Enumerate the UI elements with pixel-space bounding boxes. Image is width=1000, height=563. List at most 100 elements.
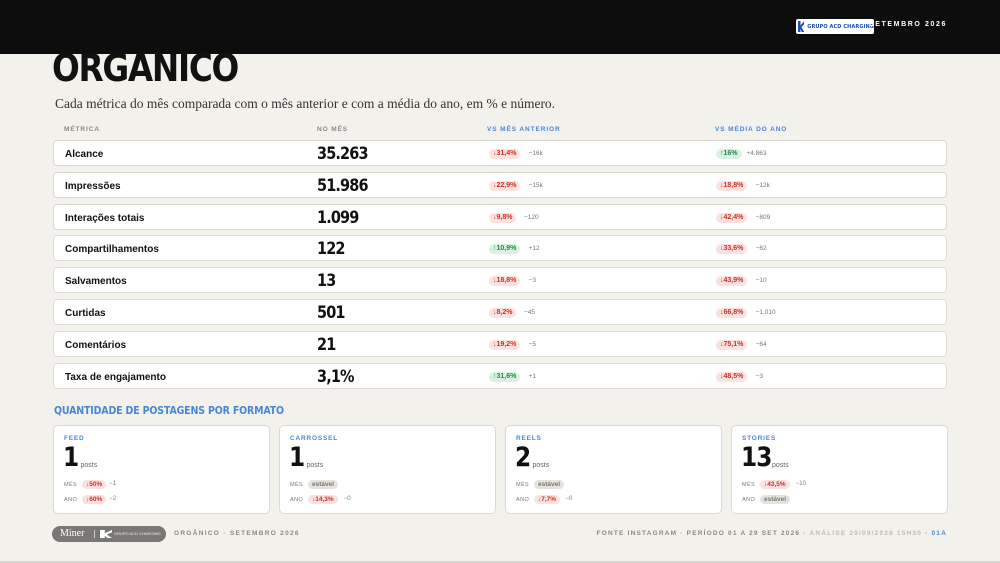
vs-previous-percent: ↓22,9% (489, 180, 521, 191)
year-label: ANO (516, 497, 530, 503)
brand-logo: GRUPO ACD CHARGING (796, 19, 874, 34)
partner-logo-icon (100, 530, 112, 538)
month-change-percent: estável (534, 480, 565, 489)
metric-value: 501 (317, 303, 345, 323)
month-label: MÊS (516, 482, 530, 488)
metric-label: Alcance (65, 149, 104, 160)
partner-logo-text: GRUPO ACD CHARGING (114, 531, 161, 536)
footer-source: FONTE INSTAGRAM (596, 530, 678, 537)
vs-year-average-percent: ↓48,5% (716, 371, 748, 382)
format-count: 2 (515, 442, 531, 473)
table-row: Interações totais 1.099 ↓9,8% −120 ↓42,4% −80… (53, 203, 947, 230)
format-card-stories: STORIES 13 posts MÊS ↓43,5% −10 ANO estável (731, 425, 948, 514)
table-row: Compartilhamentos 122 ↑10,9% +12 ↓33,6% −62 (53, 235, 947, 262)
month-change-percent: estável (308, 480, 339, 489)
vs-year-average-percent: ↓18,8% (716, 180, 748, 191)
vs-year-average-percent: ↓33,6% (716, 244, 748, 255)
footer-meta: FONTE INSTAGRAM · PERÍODO 01 A 29 SET 20… (597, 530, 947, 537)
vs-previous-percent: ↑10,9% (489, 244, 521, 255)
month-change-percent: ↓50% (82, 480, 107, 489)
footer-separator: · (803, 530, 807, 537)
footer-divider (94, 530, 95, 538)
year-label: ANO (742, 497, 756, 503)
format-name: FEED (64, 435, 85, 442)
year-label: ANO (290, 497, 304, 503)
format-name: REELS (516, 435, 542, 442)
format-card-carrossel: CARROSSEL 1 posts MÊS estável ANO ↓14,3% −0 (279, 425, 496, 514)
table-row: Salvamentos 13 ↓18,8% −3 ↓43,9% −10 (53, 267, 947, 294)
metric-label: Salvamentos (65, 276, 127, 288)
header-month: SETEMBRO 2026 (869, 21, 947, 28)
vs-year-average-percent: ↑16% (716, 149, 742, 159)
format-name: CARROSSEL (290, 435, 339, 442)
year-change-percent: ↓60% (82, 495, 107, 504)
column-header-vs-year-average: VS MÉDIA DO ANO (715, 126, 788, 133)
vs-year-average-delta: −1.010 (755, 309, 776, 316)
vs-year-average-delta: −12k (755, 181, 770, 189)
metric-label: Comentários (65, 339, 127, 351)
vs-previous-delta: −15k (528, 181, 543, 189)
table-row: Impressões 51.986 ↓22,9% −15k ↓18,8% −12k (53, 171, 947, 198)
format-card-feed: FEED 1 posts MÊS ↓50% −1 ANO ↓60% −2 (53, 425, 270, 514)
metric-value: 51.986 (317, 175, 369, 196)
vs-year-average-delta: −809 (755, 213, 771, 221)
vs-year-average-delta: −62 (755, 245, 767, 253)
format-unit: posts (532, 462, 550, 469)
column-header-month: NO MÊS (317, 126, 349, 133)
brand-text: GRUPO ACD CHARGING (807, 23, 874, 30)
month-change-delta: −10 (795, 481, 806, 487)
format-card-reels: REELS 2 posts MÊS estável ANO ↓7,7% −0 (505, 425, 722, 514)
footer-analysis: ANÁLISE 29/09/2026 15H30 (809, 530, 923, 537)
vs-year-average-delta: −10 (755, 277, 767, 285)
footer-section-label: ORGÂNICO · SETEMBRO 2026 (174, 530, 300, 537)
month-label: MÊS (290, 482, 304, 488)
vs-previous-delta: −3 (528, 277, 537, 285)
metric-value: 35.263 (317, 144, 369, 164)
brand-mark-icon (798, 21, 805, 32)
metric-label: Impressões (65, 180, 121, 192)
year-label: ANO (64, 497, 78, 503)
vs-previous-delta: −45 (524, 309, 536, 316)
format-unit: posts (306, 462, 324, 469)
vs-year-average-percent: ↓66,8% (716, 308, 748, 318)
vs-previous-delta: −16k (528, 150, 543, 157)
vs-previous-percent: ↑31,6% (489, 371, 521, 382)
metric-label: Interações totais (65, 212, 145, 224)
metric-label: Compartilhamentos (65, 244, 159, 256)
vs-previous-percent: ↓19,2% (489, 339, 521, 350)
page-title: ORGANICO (52, 46, 239, 90)
table-row: Alcance 35.263 ↓31,4% −16k ↑16% +4.863 (53, 140, 947, 166)
vs-previous-delta: +12 (528, 245, 540, 253)
vs-year-average-delta: +4.863 (746, 150, 767, 157)
vs-previous-percent: ↓9,8% (489, 212, 517, 223)
table-row: Comentários 21 ↓19,2% −5 ↓75,1% −64 (53, 330, 947, 357)
metric-value: 13 (317, 271, 336, 292)
vs-previous-percent: ↓8,2% (489, 308, 517, 318)
year-change-percent: estável (760, 495, 791, 504)
footer-page-code: 01A (931, 530, 947, 537)
month-label: MÊS (64, 482, 78, 488)
vs-year-average-percent: ↓43,9% (716, 276, 748, 287)
metric-value: 3,1% (317, 366, 355, 387)
year-change-delta: −0 (565, 496, 573, 502)
footer-separator: · (925, 530, 929, 537)
footer-brand-pill: Miner GRUPO ACD CHARGING (52, 526, 166, 542)
format-count: 13 (741, 442, 772, 473)
format-count: 1 (63, 442, 79, 473)
format-name: STORIES (742, 435, 777, 442)
month-label: MÊS (742, 482, 756, 488)
vs-year-average-percent: ↓42,4% (716, 212, 748, 223)
vs-year-average-delta: −3 (755, 372, 764, 380)
vs-previous-delta: −120 (524, 213, 539, 221)
column-header-metric: MÉTRICA (64, 126, 100, 133)
metric-value: 122 (317, 239, 345, 260)
vs-previous-percent: ↓18,8% (489, 276, 521, 287)
metric-label: Taxa de engajamento (65, 371, 166, 383)
page-subtitle: Cada métrica do mês comparada com o mês … (55, 96, 556, 111)
year-change-delta: −0 (343, 496, 351, 502)
metric-value: 21 (317, 334, 336, 355)
footer-separator: · (680, 530, 684, 537)
formats-section-title: QUANTIDADE DE POSTAGENS POR FORMATO (54, 404, 284, 417)
year-change-percent: ↓14,3% (308, 495, 338, 504)
miner-logo: Miner (60, 528, 85, 539)
